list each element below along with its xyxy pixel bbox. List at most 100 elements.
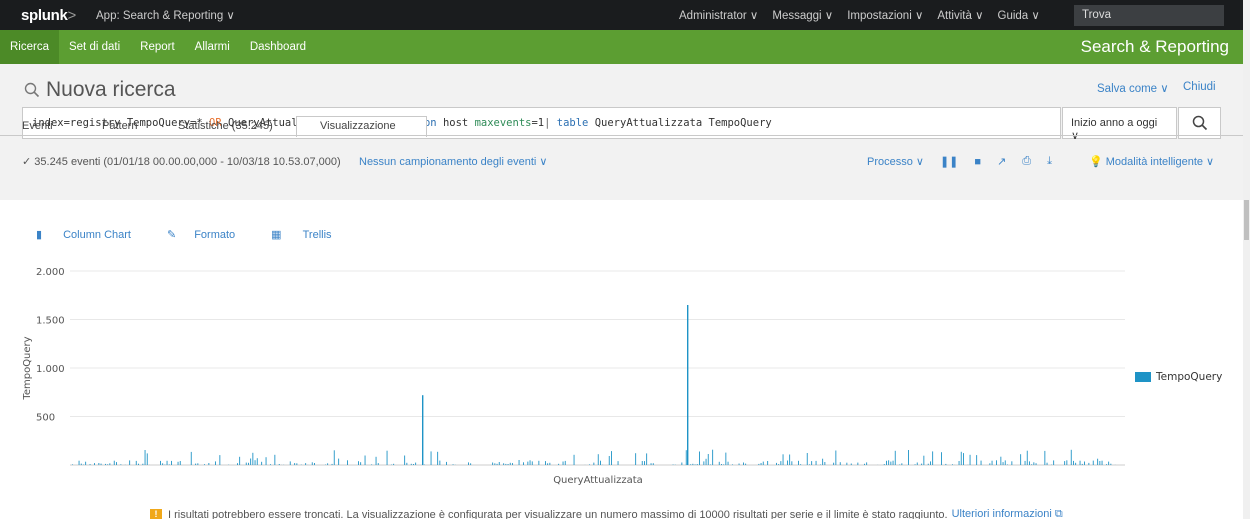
bar[interactable]: [204, 464, 205, 465]
bar[interactable]: [116, 462, 117, 465]
bar[interactable]: [254, 460, 256, 465]
bar[interactable]: [331, 463, 333, 465]
bar[interactable]: [529, 460, 531, 465]
bar[interactable]: [393, 463, 395, 465]
bar[interactable]: [791, 461, 793, 465]
scrollbar-thumb[interactable]: [1244, 200, 1249, 240]
bar[interactable]: [1046, 462, 1048, 465]
nav-dashboard[interactable]: Dashboard: [240, 30, 316, 64]
bar[interactable]: [250, 458, 252, 466]
sampling-menu[interactable]: Nessun campionamento degli eventi ∨: [359, 155, 547, 168]
bar[interactable]: [782, 454, 784, 465]
bar[interactable]: [1066, 460, 1068, 465]
bar[interactable]: [694, 464, 696, 465]
bar[interactable]: [545, 461, 546, 465]
save-as-menu[interactable]: Salva come ∨: [1097, 81, 1169, 95]
bar[interactable]: [296, 463, 298, 465]
bar[interactable]: [745, 463, 747, 465]
bar[interactable]: [835, 450, 837, 466]
bar[interactable]: [710, 464, 711, 466]
nav-set-di-dati[interactable]: Set di dati: [59, 30, 130, 64]
bar[interactable]: [932, 451, 934, 465]
bar[interactable]: [725, 452, 727, 465]
bar[interactable]: [815, 460, 817, 465]
bar[interactable]: [113, 460, 115, 465]
bar[interactable]: [758, 463, 760, 465]
bar[interactable]: [452, 464, 454, 465]
bar[interactable]: [109, 463, 111, 465]
bar[interactable]: [866, 462, 868, 465]
bar[interactable]: [780, 461, 782, 465]
bar[interactable]: [413, 464, 414, 465]
bar[interactable]: [635, 453, 637, 465]
bar[interactable]: [1011, 461, 1013, 465]
bar[interactable]: [901, 463, 903, 465]
bar[interactable]: [197, 463, 199, 465]
bar[interactable]: [360, 462, 362, 465]
bar[interactable]: [945, 463, 947, 465]
bar[interactable]: [1092, 460, 1094, 465]
bar[interactable]: [1004, 460, 1006, 465]
bar[interactable]: [1002, 462, 1004, 465]
bar[interactable]: [1108, 461, 1110, 465]
bar[interactable]: [1079, 460, 1081, 465]
bar[interactable]: [963, 453, 964, 465]
bar[interactable]: [562, 461, 564, 466]
bar[interactable]: [573, 454, 575, 465]
bar[interactable]: [608, 456, 610, 465]
bar[interactable]: [1007, 464, 1008, 466]
bar[interactable]: [135, 460, 137, 465]
close-link[interactable]: Chiudi: [1183, 81, 1216, 93]
bar[interactable]: [190, 451, 192, 465]
tab-pattern[interactable]: Pattern: [102, 116, 137, 136]
bar[interactable]: [899, 464, 901, 466]
bar[interactable]: [820, 464, 821, 466]
bar[interactable]: [923, 455, 925, 465]
bar[interactable]: [600, 460, 601, 465]
print-icon[interactable]: ⎙: [1022, 155, 1031, 168]
bar[interactable]: [839, 462, 841, 465]
bar[interactable]: [1101, 460, 1103, 465]
bar[interactable]: [503, 463, 505, 465]
bar[interactable]: [597, 454, 599, 465]
bar[interactable]: [1075, 462, 1077, 465]
bar[interactable]: [498, 462, 500, 465]
bar[interactable]: [1070, 449, 1072, 465]
tab-statistiche[interactable]: Statistiche (35.245): [178, 116, 273, 136]
bar[interactable]: [685, 450, 687, 465]
tab-visualizzazione[interactable]: Visualizzazione: [320, 116, 396, 136]
bar[interactable]: [270, 464, 271, 465]
bar[interactable]: [707, 454, 709, 465]
bar[interactable]: [371, 464, 373, 465]
bar[interactable]: [1081, 463, 1083, 465]
bar[interactable]: [617, 461, 619, 465]
bar[interactable]: [1024, 460, 1026, 465]
bar[interactable]: [160, 460, 161, 465]
bar[interactable]: [375, 456, 377, 465]
bar[interactable]: [146, 453, 148, 465]
bar[interactable]: [1084, 461, 1085, 466]
bar[interactable]: [930, 461, 931, 465]
bar[interactable]: [690, 464, 692, 465]
bar[interactable]: [507, 464, 509, 465]
bar[interactable]: [672, 464, 674, 466]
bar[interactable]: [1044, 450, 1046, 465]
bar[interactable]: [446, 461, 447, 465]
bar[interactable]: [547, 463, 549, 465]
bar[interactable]: [646, 453, 648, 465]
bar[interactable]: [294, 463, 296, 465]
bar[interactable]: [168, 464, 170, 465]
bar[interactable]: [527, 461, 529, 465]
bar[interactable]: [518, 460, 520, 465]
bar[interactable]: [564, 460, 566, 465]
bar[interactable]: [107, 464, 109, 465]
bar[interactable]: [531, 461, 533, 465]
bar[interactable]: [311, 462, 313, 465]
bar[interactable]: [738, 463, 740, 466]
bar[interactable]: [208, 463, 210, 465]
bar[interactable]: [509, 462, 511, 465]
bar[interactable]: [138, 463, 139, 465]
bar[interactable]: [611, 451, 612, 465]
bar[interactable]: [1110, 463, 1112, 465]
bar[interactable]: [1053, 460, 1055, 465]
